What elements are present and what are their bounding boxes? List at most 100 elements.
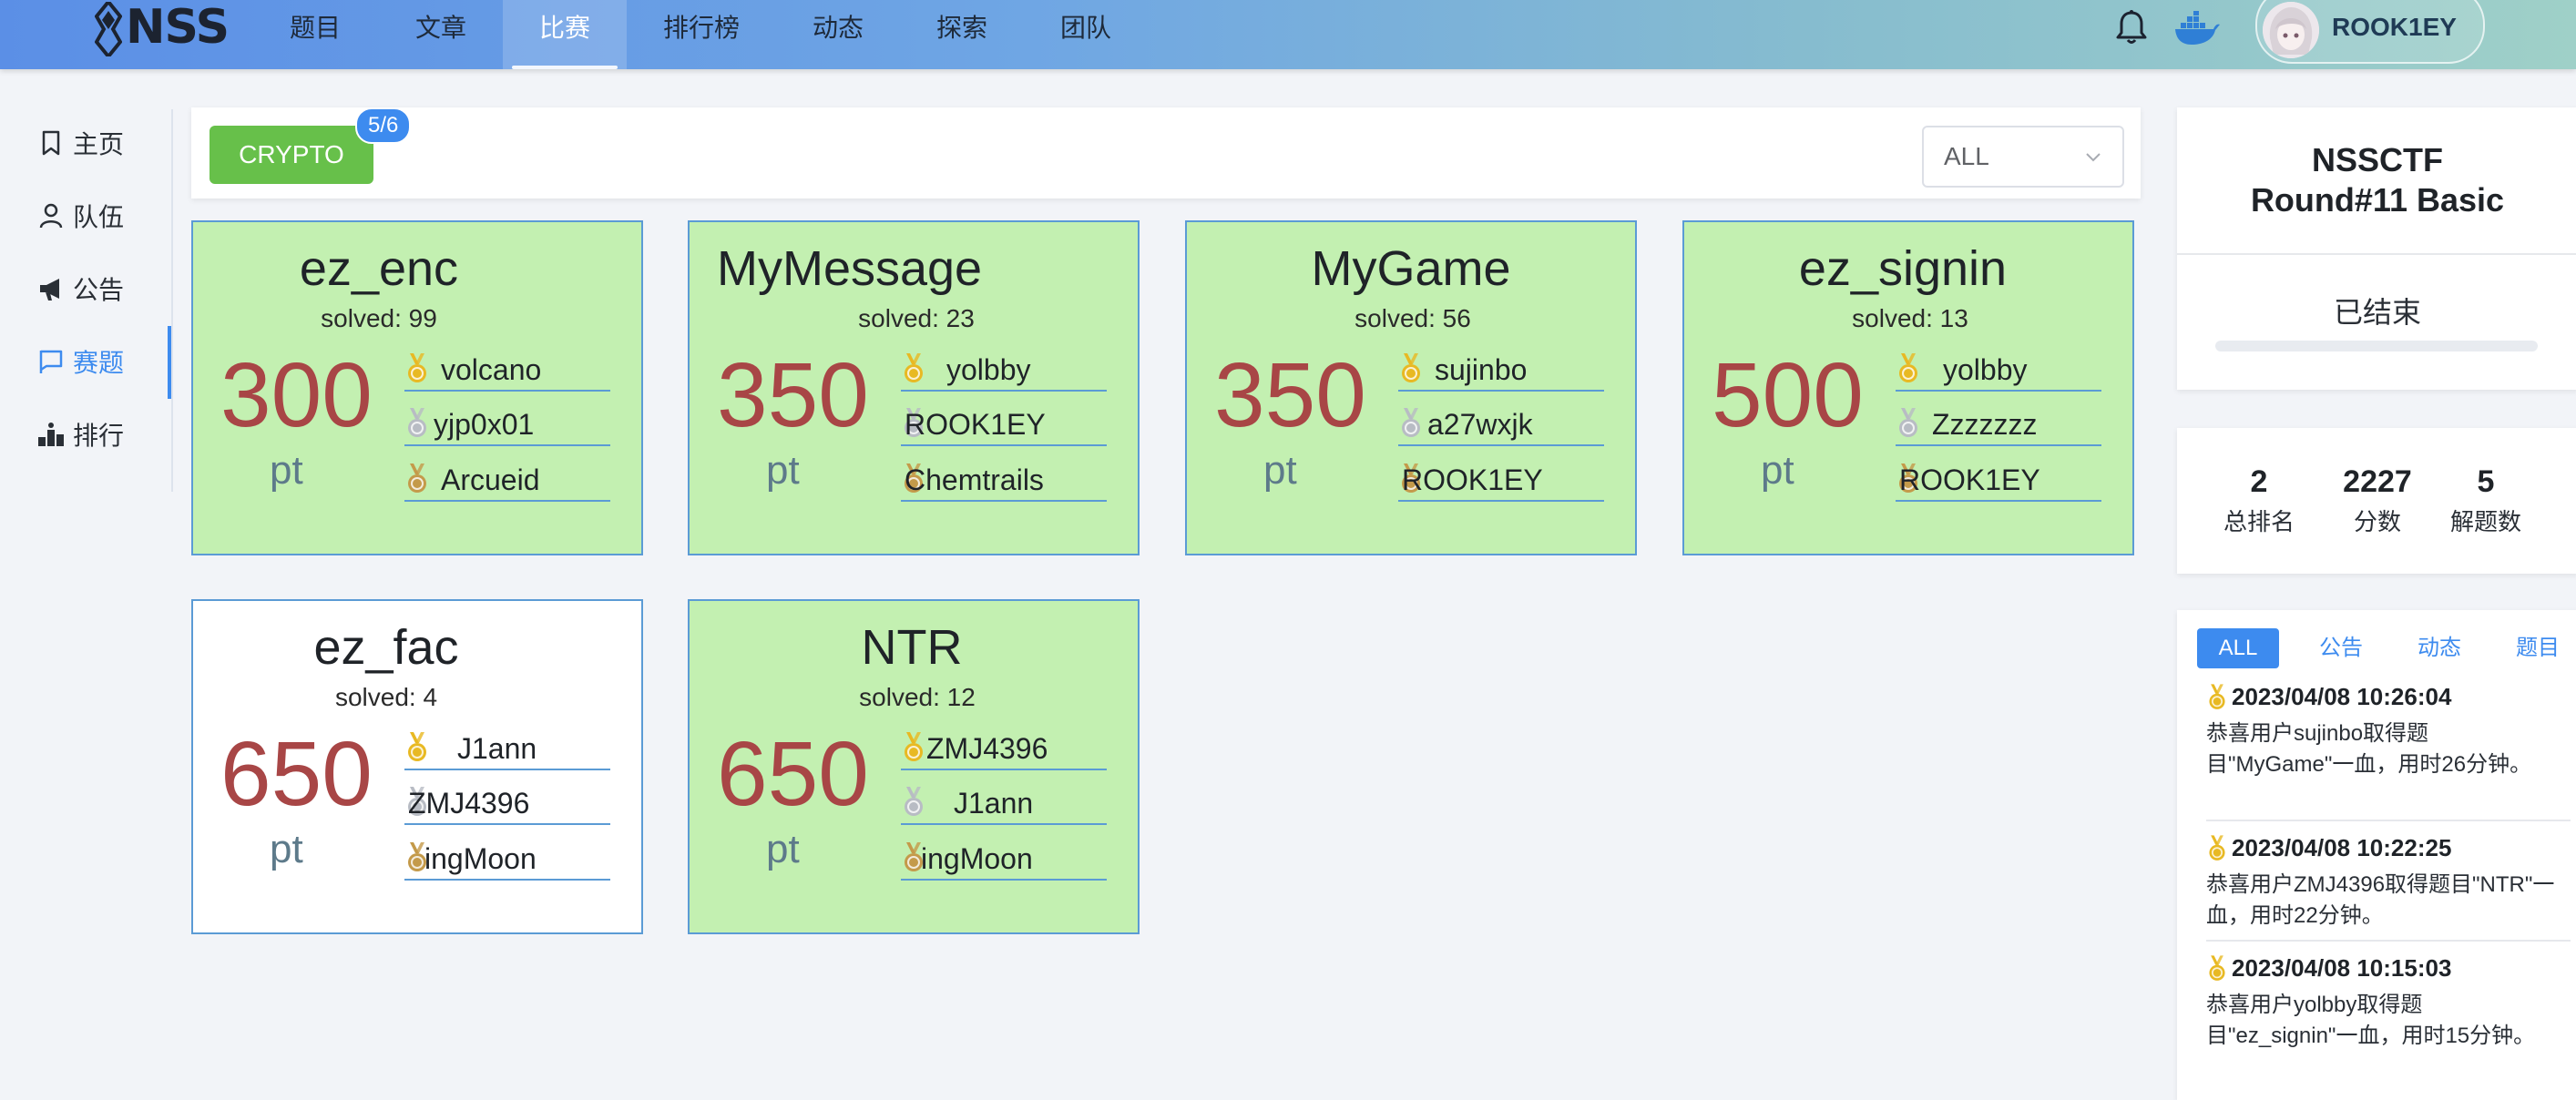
feed-item: 2023/04/08 10:22:25 恭喜用户ZMJ4396取得题目"NTR"… [2206, 834, 2571, 932]
blood-username: a27wxjk [1427, 408, 1533, 441]
bookmark-icon [36, 128, 66, 158]
challenge-solved-count: solved: 99 [321, 304, 437, 332]
challenge-card[interactable]: ez_signin solved: 13 500 pt yolbby Zzzzz… [1682, 220, 2134, 555]
feed-time-row: 2023/04/08 10:15:03 [2206, 954, 2571, 983]
challenge-points: 650 [717, 723, 869, 825]
megaphone-icon [36, 274, 66, 303]
second-blood: J1ann [901, 783, 1107, 825]
blood-username: ROOK1EY [1899, 463, 2040, 496]
third-blood: ROOK1EY [1398, 460, 1604, 502]
bronze-medal-icon [404, 463, 430, 494]
blood-username: yolbby [1943, 353, 2028, 386]
challenge-solved-count: solved: 13 [1852, 304, 1968, 332]
blood-username: ROOK1EY [905, 408, 1046, 441]
blood-username: J1ann [457, 732, 537, 765]
tab-activity[interactable]: 动态 [2403, 628, 2476, 668]
blood-username: ZMJ4396 [408, 787, 530, 820]
challenge-card[interactable]: MyGame solved: 56 350 pt sujinbo a27wxjk… [1185, 220, 1637, 555]
challenge-solved-count: solved: 23 [858, 304, 975, 332]
stat-label: 总排名 [2223, 508, 2295, 535]
docker-icon[interactable] [2173, 11, 2221, 47]
category-button-crypto[interactable]: CRYPTO [210, 126, 373, 184]
sidebar-item-announcements[interactable]: 公告 [36, 261, 169, 316]
gold-medal-icon [404, 732, 430, 763]
filter-select[interactable]: ALL [1922, 126, 2124, 188]
nav-item-explore[interactable]: 探索 [922, 0, 1002, 58]
nav-item-articles[interactable]: 文章 [404, 0, 477, 58]
challenge-solved-count: solved: 12 [859, 683, 976, 711]
stat-value: 2 [2250, 464, 2268, 499]
challenge-title: NTR [861, 620, 963, 675]
challenge-points: 500 [1712, 344, 1864, 446]
divider [2206, 940, 2571, 942]
top-navbar: NSS 题目 文章 比赛 排行榜 动态 探索 团队 ROOK1EY [0, 0, 2576, 69]
username[interactable]: ROOK1EY [2332, 13, 2457, 42]
blood-username: volcano [441, 353, 542, 386]
gold-medal-icon [901, 732, 926, 763]
blood-username: yolbby [946, 353, 1031, 386]
tab-all[interactable]: ALL [2197, 628, 2279, 668]
silver-medal-icon [1398, 408, 1424, 439]
bell-icon[interactable] [2111, 7, 2152, 47]
feed-time-row: 2023/04/08 10:22:25 [2206, 834, 2571, 862]
sidebar-item-ranking[interactable]: 排行 [36, 407, 169, 462]
challenge-solved-count: solved: 4 [334, 683, 438, 711]
nav-item-problems[interactable]: 题目 [279, 0, 352, 58]
second-blood: ZMJ4396 [404, 783, 610, 825]
second-blood: ROOK1EY [901, 404, 1107, 446]
nav-item-contests[interactable]: 比赛 [503, 0, 627, 69]
my-stats-panel: 2 总排名 2227 分数 5 解题数 [2177, 428, 2576, 574]
sidebar-item-challenges[interactable]: 赛题 [36, 334, 169, 389]
third-blood: Arcueid [404, 460, 610, 502]
feed-text: 恭喜用户yolbby取得题目"ez_signin"一血，用时15分钟。 [2206, 993, 2536, 1048]
first-blood: sujinbo [1398, 350, 1604, 392]
blood-username: sujinbo [1435, 353, 1528, 386]
challenge-points-unit: pt [766, 827, 800, 871]
sidebar-item-label: 赛题 [73, 349, 125, 377]
silver-medal-icon [901, 787, 926, 818]
contest-title-line1: NSSCTF [2312, 141, 2443, 178]
gold-medal-icon [2206, 683, 2228, 711]
feed-time: 2023/04/08 10:22:25 [2232, 834, 2452, 861]
challenge-card[interactable]: MyMessage solved: 23 350 pt yolbby ROOK1… [688, 220, 1140, 555]
chevron-down-icon [2086, 153, 2101, 162]
avatar[interactable] [2263, 2, 2319, 58]
challenge-card[interactable]: NTR solved: 12 650 pt ZMJ4396 J1ann ingM… [688, 599, 1140, 934]
user-menu[interactable]: ROOK1EY [2255, 0, 2485, 64]
challenge-points: 650 [220, 723, 373, 825]
challenge-card[interactable]: ez_enc solved: 99 300 pt volcano yjp0x01… [191, 220, 643, 555]
contest-progress-bar [2215, 341, 2538, 351]
divider [2177, 253, 2576, 255]
feed-time: 2023/04/08 10:26:04 [2232, 683, 2452, 710]
challenge-points: 350 [717, 344, 869, 446]
tab-announcements[interactable]: 公告 [2305, 628, 2377, 668]
blood-username: ZMJ4396 [926, 732, 1048, 765]
stat-value: 5 [2477, 464, 2495, 499]
sidebar-item-label: 排行 [73, 422, 125, 450]
third-blood: ingMoon [404, 839, 610, 881]
sidebar-item-team[interactable]: 队伍 [36, 188, 169, 243]
stat-label: 解题数 [2449, 508, 2521, 535]
sidebar-item-home[interactable]: 主页 [36, 116, 169, 170]
contest-title: NSSCTF Round#11 Basic [2177, 140, 2576, 220]
divider [2206, 820, 2571, 821]
solved-count-badge: 5/6 [355, 107, 412, 144]
nav-item-ranking[interactable]: 排行榜 [656, 0, 747, 58]
feed-text: 恭喜用户sujinbo取得题目"MyGame"一血，用时26分钟。 [2206, 721, 2532, 777]
silver-medal-icon [1896, 408, 1921, 439]
tab-challenges[interactable]: 题目 [2501, 628, 2574, 668]
nav-item-activity[interactable]: 动态 [798, 0, 878, 58]
challenge-card[interactable]: ez_fac solved: 4 650 pt J1ann ZMJ4396 in… [191, 599, 643, 934]
nav-item-team[interactable]: 团队 [1046, 0, 1126, 58]
feed-item: 2023/04/08 10:15:03 恭喜用户yolbby取得题目"ez_si… [2206, 954, 2571, 1052]
gold-medal-icon [1398, 353, 1424, 384]
blood-username: Zzzzzzz [1932, 408, 2038, 441]
flag-icon [36, 347, 66, 376]
second-blood: a27wxjk [1398, 404, 1604, 446]
challenge-title: ez_fac [313, 620, 459, 675]
third-blood: ingMoon [901, 839, 1107, 881]
site-logo[interactable]: NSS [95, 0, 230, 58]
third-blood: Chemtrails [901, 460, 1107, 502]
challenge-points-unit: pt [270, 827, 303, 871]
avatar-image [2263, 2, 2319, 58]
